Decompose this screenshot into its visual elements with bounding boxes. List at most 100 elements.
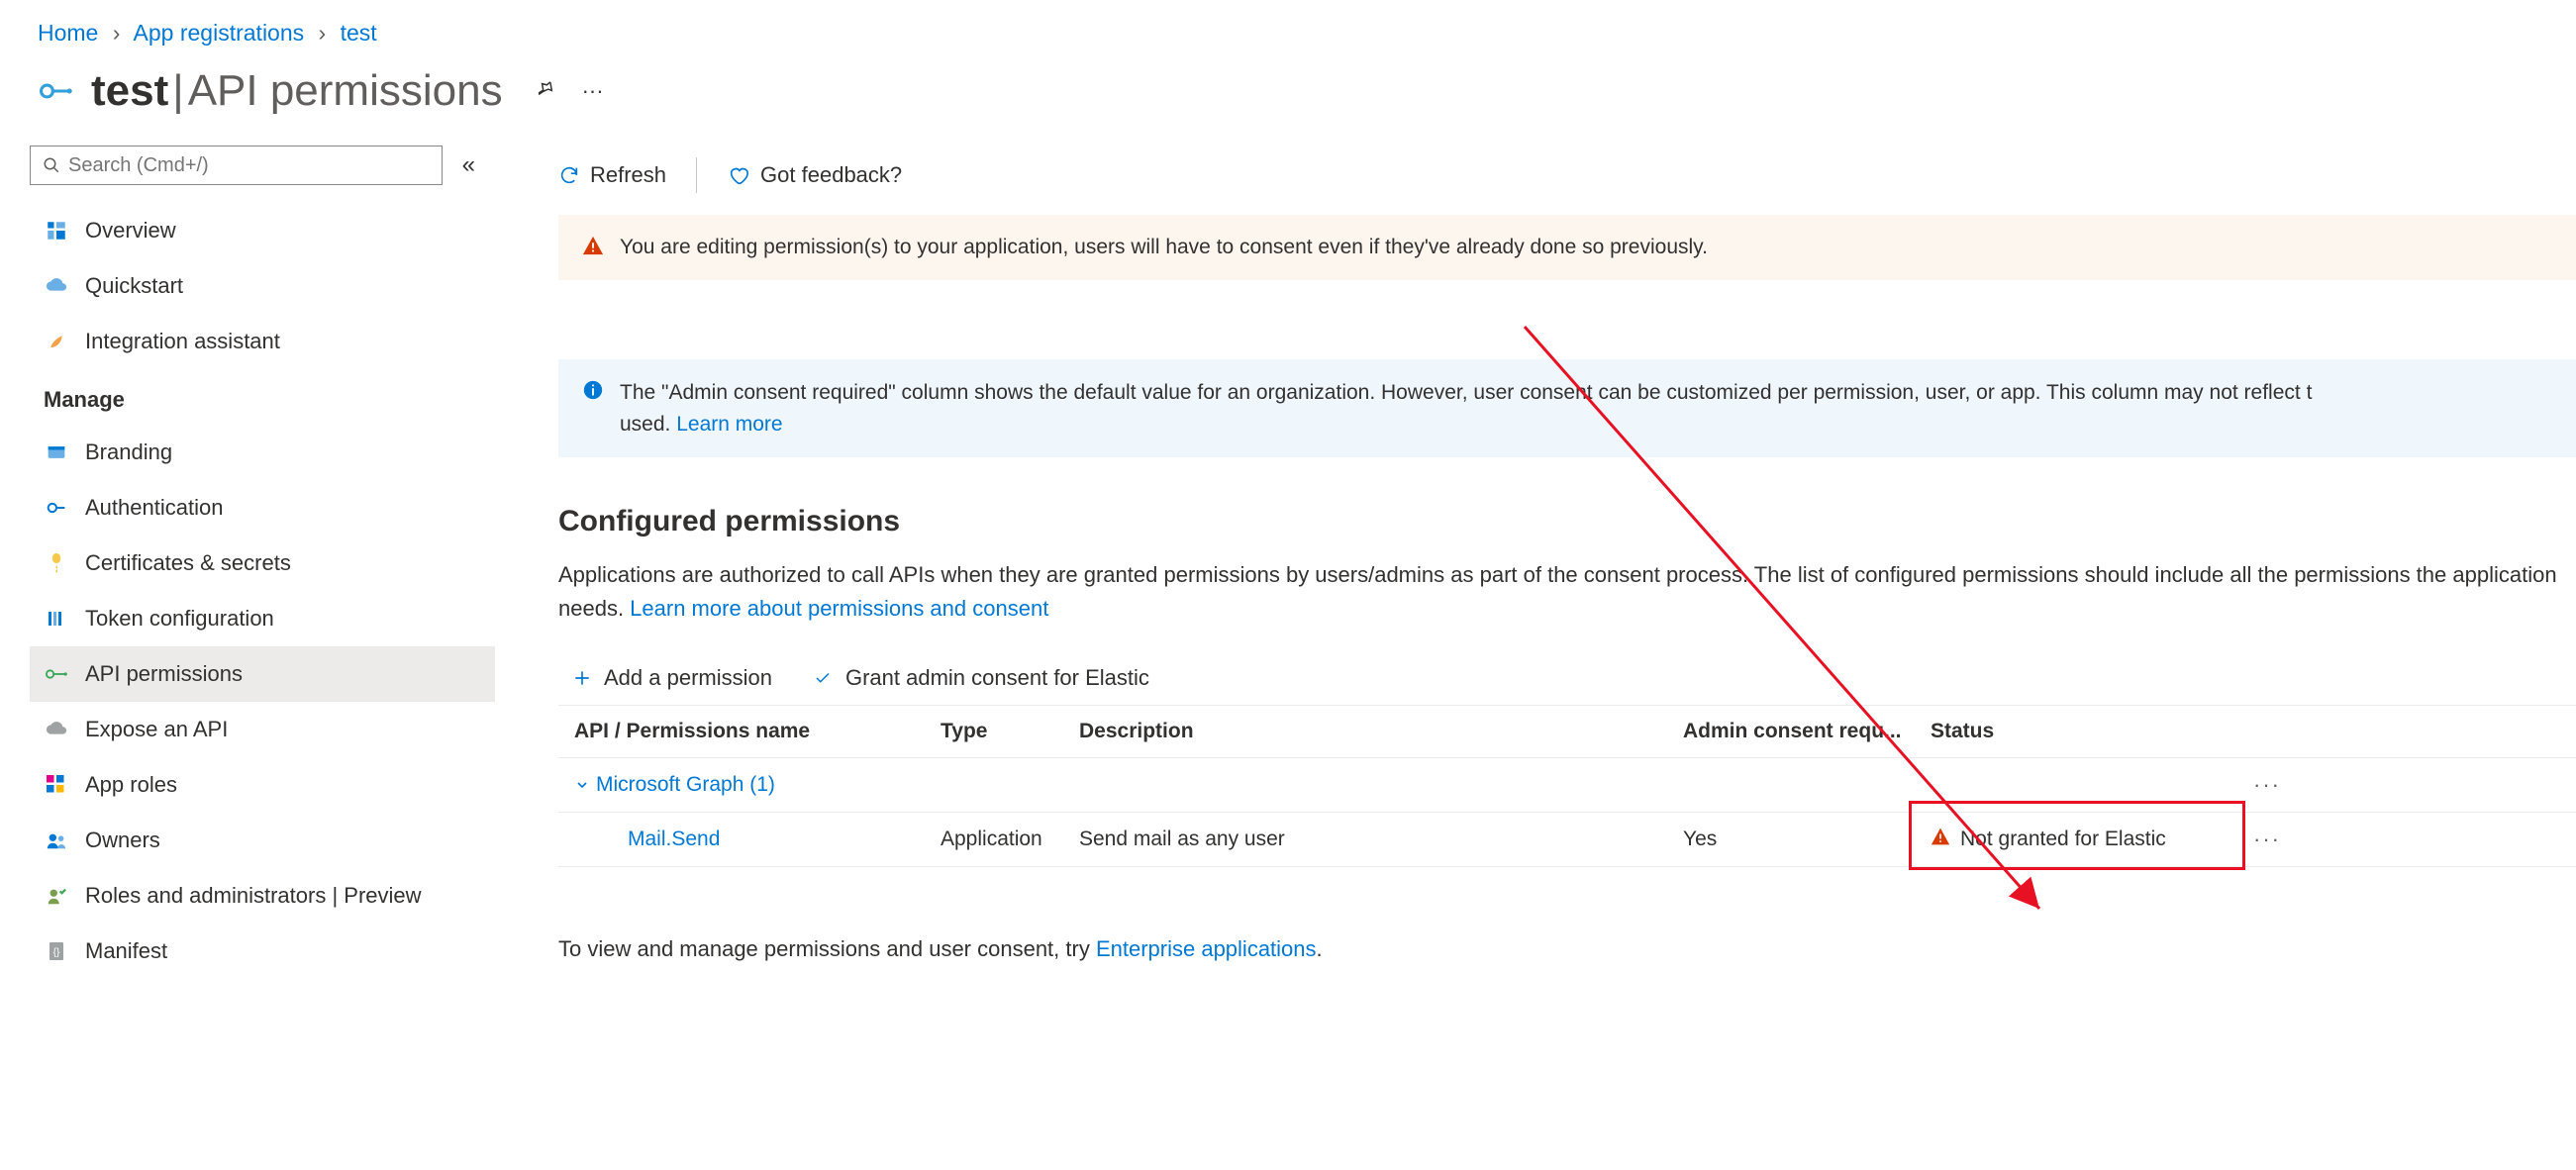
sidebar-item-label: Overview: [85, 218, 176, 244]
api-permissions-icon: [44, 661, 69, 687]
sidebar-item-integration[interactable]: Integration assistant: [30, 314, 495, 369]
owners-icon: [44, 828, 69, 853]
sidebar-item-label: Manifest: [85, 938, 167, 964]
auth-icon: [44, 495, 69, 521]
info-banner: The "Admin consent required" column show…: [558, 359, 2576, 457]
more-button[interactable]: ···: [582, 78, 604, 104]
sidebar: « Overview Quickstart Integration assist…: [0, 146, 495, 979]
command-bar: Refresh Got feedback?: [558, 146, 2576, 205]
group-label: Microsoft Graph (1): [596, 773, 775, 797]
info-learn-more-link[interactable]: Learn more: [676, 413, 782, 436]
sidebar-item-label: Branding: [85, 439, 172, 465]
permission-admin-consent: Yes: [1683, 828, 1931, 851]
col-admin-consent[interactable]: Admin consent requ...: [1683, 720, 1931, 743]
breadcrumb-appreg[interactable]: App registrations: [134, 20, 305, 46]
sidebar-item-expose-api[interactable]: Expose an API: [30, 702, 495, 757]
refresh-button[interactable]: Refresh: [558, 162, 666, 188]
warning-icon: [1931, 827, 1950, 852]
token-icon: [44, 606, 69, 632]
permission-type: Application: [941, 828, 1079, 851]
status-text: Not granted for Elastic: [1960, 828, 2166, 851]
search-input[interactable]: [68, 154, 430, 177]
collapse-sidebar-button[interactable]: «: [462, 151, 475, 179]
key-icon: [44, 550, 69, 576]
api-group-row[interactable]: Microsoft Graph (1) ···: [558, 758, 2576, 813]
app-registration-icon: [38, 73, 73, 109]
command-bar-divider: [696, 157, 697, 193]
group-more-button[interactable]: ···: [2237, 772, 2297, 798]
add-permission-label: Add a permission: [604, 665, 772, 691]
feedback-button[interactable]: Got feedback?: [727, 162, 902, 188]
sidebar-heading-manage: Manage: [30, 369, 495, 425]
grant-consent-button[interactable]: Grant admin consent for Elastic: [812, 665, 1149, 691]
breadcrumb-separator: ›: [113, 20, 121, 46]
info-icon: [582, 379, 604, 411]
roles-admin-icon: [44, 883, 69, 909]
sidebar-item-label: Roles and administrators | Preview: [85, 883, 422, 909]
tag-icon: [44, 439, 69, 465]
permissions-table: API / Permissions name Type Description …: [558, 705, 2576, 867]
sidebar-search[interactable]: [30, 146, 443, 185]
table-header: API / Permissions name Type Description …: [558, 705, 2576, 758]
sidebar-item-app-roles[interactable]: App roles: [30, 757, 495, 813]
app-roles-icon: [44, 772, 69, 798]
sidebar-item-label: App roles: [85, 772, 177, 798]
breadcrumb-home[interactable]: Home: [38, 20, 98, 46]
permission-description: Send mail as any user: [1079, 828, 1683, 851]
page-title-section: API permissions: [188, 66, 503, 116]
grid-icon: [44, 218, 69, 244]
enterprise-applications-link[interactable]: Enterprise applications: [1096, 936, 1317, 961]
sidebar-item-label: Owners: [85, 828, 160, 853]
sidebar-item-quickstart[interactable]: Quickstart: [30, 258, 495, 314]
grant-consent-label: Grant admin consent for Elastic: [845, 665, 1149, 691]
sidebar-item-manifest[interactable]: {} Manifest: [30, 924, 495, 979]
row-more-button[interactable]: ···: [2237, 827, 2297, 852]
add-permission-button[interactable]: Add a permission: [572, 665, 772, 691]
cloud-icon: [44, 273, 69, 299]
sidebar-item-overview[interactable]: Overview: [30, 203, 495, 258]
sidebar-item-owners[interactable]: Owners: [30, 813, 495, 868]
footer-note: To view and manage permissions and user …: [558, 936, 2576, 962]
warning-icon: [582, 235, 604, 262]
group-expander[interactable]: Microsoft Graph (1): [574, 773, 2237, 797]
sidebar-item-branding[interactable]: Branding: [30, 425, 495, 480]
sidebar-item-token[interactable]: Token configuration: [30, 591, 495, 646]
sidebar-item-label: Certificates & secrets: [85, 550, 291, 576]
warning-banner: You are editing permission(s) to your ap…: [558, 215, 2576, 280]
section-description: Applications are authorized to call APIs…: [558, 558, 2576, 626]
expose-api-icon: [44, 717, 69, 742]
sidebar-item-label: Authentication: [85, 495, 223, 521]
page-title-separator: |: [172, 66, 183, 116]
sidebar-item-label: Integration assistant: [85, 329, 280, 354]
permission-name-link[interactable]: Mail.Send: [574, 828, 941, 851]
manifest-icon: {}: [44, 938, 69, 964]
breadcrumb: Home › App registrations › test: [0, 0, 2576, 58]
sidebar-item-roles-admin[interactable]: Roles and administrators | Preview: [30, 868, 495, 924]
col-type[interactable]: Type: [941, 720, 1079, 743]
sidebar-item-label: Quickstart: [85, 273, 183, 299]
permissions-toolbar: Add a permission Grant admin consent for…: [558, 665, 2576, 705]
table-row: Mail.Send Application Send mail as any u…: [558, 813, 2576, 867]
breadcrumb-current[interactable]: test: [341, 20, 377, 46]
page-title-app: test: [91, 66, 168, 116]
sidebar-item-authentication[interactable]: Authentication: [30, 480, 495, 536]
sidebar-item-label: Token configuration: [85, 606, 274, 632]
permissions-learn-more-link[interactable]: Learn more about permissions and consent: [630, 596, 1048, 621]
sidebar-item-api-permissions[interactable]: API permissions: [30, 646, 495, 702]
svg-text:{}: {}: [53, 947, 60, 958]
permission-status: Not granted for Elastic: [1931, 827, 2237, 852]
sidebar-item-certificates[interactable]: Certificates & secrets: [30, 536, 495, 591]
main-content: Refresh Got feedback? You are editing pe…: [495, 146, 2576, 962]
col-status[interactable]: Status: [1931, 720, 2237, 743]
warning-text: You are editing permission(s) to your ap…: [620, 236, 1708, 259]
sidebar-item-label: Expose an API: [85, 717, 228, 742]
page-header: test | API permissions ···: [0, 58, 2576, 146]
col-description[interactable]: Description: [1079, 720, 1683, 743]
info-text: The "Admin consent required" column show…: [620, 377, 2312, 439]
feedback-label: Got feedback?: [760, 162, 902, 188]
pin-button[interactable]: [533, 77, 554, 105]
col-name[interactable]: API / Permissions name: [574, 720, 941, 743]
breadcrumb-separator: ›: [319, 20, 327, 46]
sidebar-item-label: API permissions: [85, 661, 243, 687]
refresh-label: Refresh: [590, 162, 666, 188]
